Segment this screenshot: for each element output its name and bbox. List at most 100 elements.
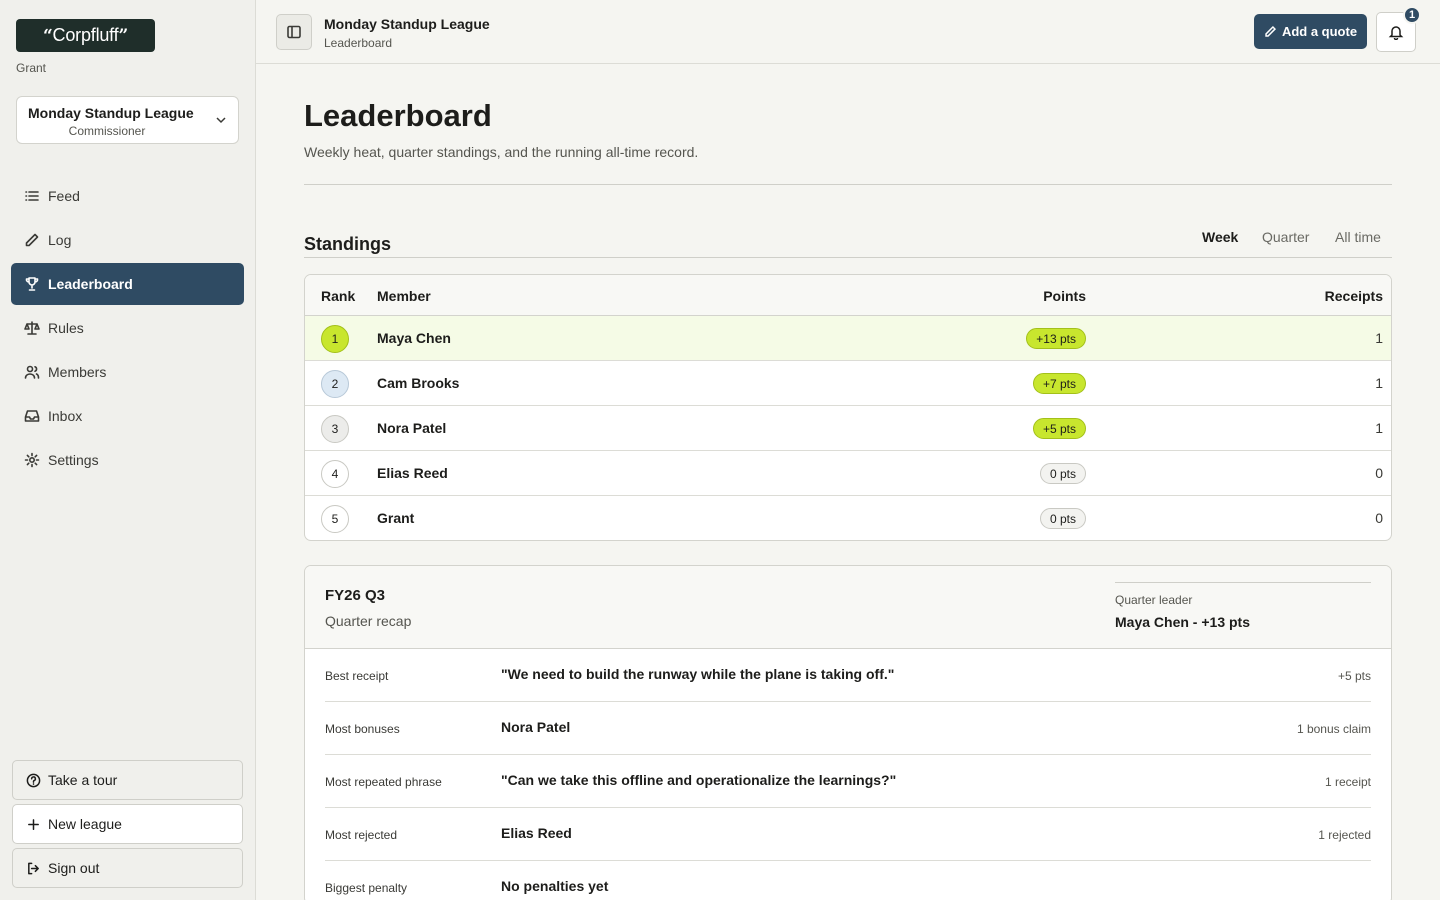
tab-quarter[interactable]: Quarter <box>1262 229 1309 245</box>
column-header-rank[interactable]: Rank <box>321 288 355 304</box>
member-name: Maya Chen <box>377 330 451 346</box>
users-icon <box>24 365 40 379</box>
column-header-points[interactable]: Points <box>1043 288 1086 304</box>
table-row[interactable]: 1 Maya Chen +13 pts 1 <box>305 316 1391 361</box>
table-row[interactable]: 4 Elias Reed 0 pts 0 <box>305 451 1391 496</box>
member-name: Grant <box>377 510 415 526</box>
receipts-count: 1 <box>1375 420 1383 436</box>
sidebar-item-members[interactable]: Members <box>11 351 244 393</box>
notification-count-badge: 1 <box>1403 6 1421 24</box>
recap-label: Most repeated phrase <box>325 775 442 789</box>
take-tour-button[interactable]: Take a tour <box>12 760 243 800</box>
pencil-icon <box>1265 25 1276 37</box>
column-header-receipts[interactable]: Receipts <box>1325 288 1383 304</box>
sidebar-item-inbox[interactable]: Inbox <box>11 395 244 437</box>
help-circle-icon <box>26 773 41 787</box>
column-header-member[interactable]: Member <box>377 288 431 304</box>
quarter-title: FY26 Q3 <box>325 587 386 604</box>
table-header: Rank Member Points Receipts <box>305 275 1391 316</box>
recap-value: Elias Reed <box>501 825 572 841</box>
tab-all-time[interactable]: All time <box>1335 229 1381 245</box>
member-name: Cam Brooks <box>377 375 460 391</box>
chevron-down-icon <box>216 117 226 124</box>
plus-icon <box>28 818 39 830</box>
member-name: Nora Patel <box>377 420 447 436</box>
recap-meta: 1 bonus claim <box>1296 722 1371 736</box>
recap-value: Nora Patel <box>501 719 571 735</box>
standings-table: Rank Member Points Receipts 1 Maya Chen … <box>304 274 1392 541</box>
quarter-subtitle: Quarter recap <box>325 613 412 629</box>
quote-open-icon: “ <box>42 25 53 46</box>
new-league-label: New league <box>48 816 122 832</box>
rank-badge: 4 <box>321 460 349 488</box>
sidebar-item-label: Members <box>48 364 107 380</box>
breadcrumb: Leaderboard <box>324 36 393 50</box>
quarter-leader-value: Maya Chen - +13 pts <box>1115 614 1250 630</box>
app-logo[interactable]: “Corpfluff” <box>16 19 155 52</box>
points-badge: 0 pts <box>1039 508 1086 529</box>
tab-week[interactable]: Week <box>1202 229 1238 245</box>
receipts-count: 0 <box>1375 510 1383 526</box>
sidebar-item-leaderboard[interactable]: Leaderboard <box>11 263 244 305</box>
recap-row-best-receipt: Best receipt "We need to build the runwa… <box>325 649 1371 702</box>
sidebar-item-feed[interactable]: Feed <box>11 175 244 217</box>
recap-value: "We need to build the runway while the p… <box>501 666 895 682</box>
receipts-count: 1 <box>1375 375 1383 391</box>
sidebar-item-label: Feed <box>48 188 80 204</box>
recap-value: "Can we take this offline and operationa… <box>501 772 897 788</box>
add-quote-label: Add a quote <box>1281 24 1358 39</box>
sign-out-button[interactable]: Sign out <box>12 848 243 888</box>
points-badge: 0 pts <box>1039 463 1086 484</box>
inbox-icon <box>24 410 40 422</box>
sidebar-item-label: Log <box>48 232 72 248</box>
sidebar-item-rules[interactable]: Rules <box>11 307 244 349</box>
sidebar-nav: Feed Log Leaderboard Rules Members Inbox… <box>11 175 244 483</box>
sign-out-icon <box>28 862 39 874</box>
rank-badge: 1 <box>321 325 349 353</box>
logo-text: Corpfluff <box>52 25 119 45</box>
table-row[interactable]: 3 Nora Patel +5 pts 1 <box>305 406 1391 451</box>
page-title: Leaderboard <box>304 98 492 133</box>
league-role: Commissioner <box>68 124 146 138</box>
table-row[interactable]: 5 Grant 0 pts 0 <box>305 496 1391 540</box>
recap-label: Biggest penalty <box>325 881 408 895</box>
sign-out-label: Sign out <box>48 860 100 876</box>
sidebar-item-label: Rules <box>48 320 84 336</box>
recap-label: Best receipt <box>325 669 389 683</box>
quarter-leader-label: Quarter leader <box>1115 593 1193 607</box>
quarter-leader: Quarter leader Maya Chen - +13 pts <box>1115 582 1371 630</box>
user-name: Grant <box>16 61 47 75</box>
recap-label: Most bonuses <box>325 722 400 736</box>
points-badge: +7 pts <box>1032 373 1086 394</box>
recap-value: No penalties yet <box>501 878 609 894</box>
list-icon <box>25 191 39 201</box>
pencil-icon <box>25 233 39 247</box>
scale-icon <box>24 321 40 335</box>
table-row[interactable]: 2 Cam Brooks +7 pts 1 <box>305 361 1391 406</box>
new-league-button[interactable]: New league <box>12 804 243 844</box>
recap-meta: +5 pts <box>1337 669 1371 683</box>
receipts-count: 0 <box>1375 465 1383 481</box>
page-context-title: Monday Standup League <box>324 16 490 32</box>
sidebar: “Corpfluff” Grant Monday Standup League … <box>0 0 256 900</box>
rank-badge: 5 <box>321 505 349 533</box>
recap-row-most-repeated-phrase: Most repeated phrase "Can we take this o… <box>325 755 1371 808</box>
recap-meta: 1 receipt <box>1324 775 1371 789</box>
trophy-icon <box>25 277 39 291</box>
recap-row-biggest-penalty: Biggest penalty No penalties yet <box>325 861 1371 900</box>
league-selector[interactable]: Monday Standup League Commissioner <box>16 96 239 144</box>
gear-icon <box>24 452 40 468</box>
add-quote-button[interactable]: Add a quote <box>1254 14 1367 49</box>
page-subtitle: Weekly heat, quarter standings, and the … <box>304 144 699 160</box>
sidebar-item-settings[interactable]: Settings <box>11 439 244 481</box>
sidebar-item-log[interactable]: Log <box>11 219 244 261</box>
rank-badge: 3 <box>321 415 349 443</box>
sidebar-toggle-button[interactable] <box>276 14 312 50</box>
receipts-count: 1 <box>1375 330 1383 346</box>
sidebar-item-label: Leaderboard <box>48 276 133 292</box>
recap-header: FY26 Q3 Quarter recap Quarter leader May… <box>305 566 1391 649</box>
top-bar: Monday Standup League Leaderboard Add a … <box>256 0 1440 64</box>
recap-row-most-rejected: Most rejected Elias Reed 1 rejected <box>325 808 1371 861</box>
member-name: Elias Reed <box>377 465 448 481</box>
standings-title: Standings <box>304 234 392 254</box>
